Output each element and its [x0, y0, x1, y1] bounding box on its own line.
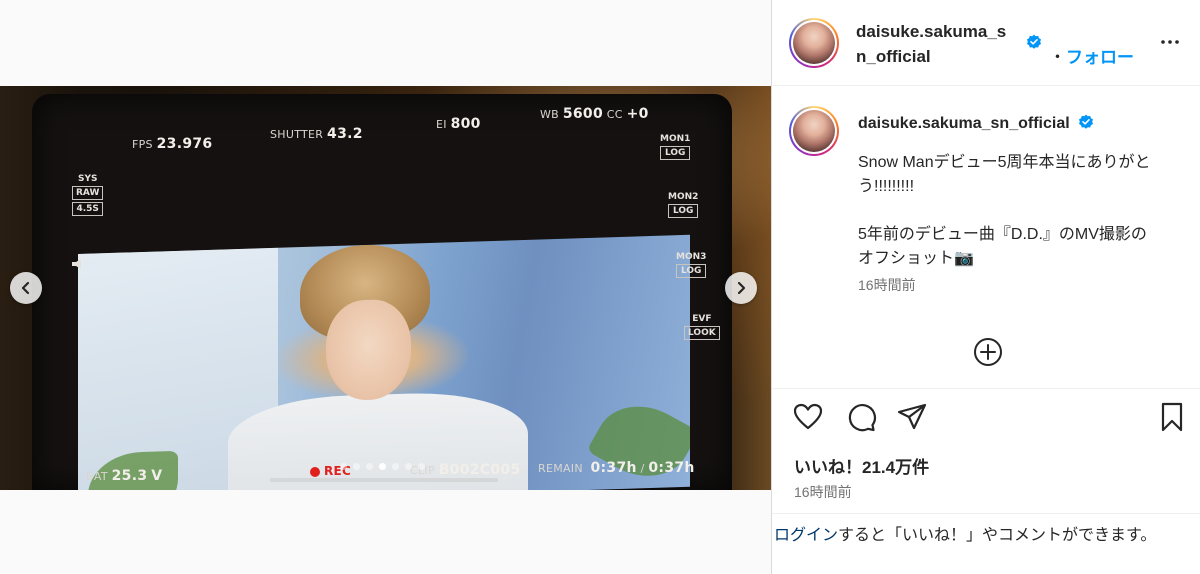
media-scrollbar[interactable] [270, 478, 498, 482]
carousel-dot [340, 463, 347, 470]
caption-text-line1: Snow Manデビュー5周年本当にありがとう!!!!!!!!! [858, 154, 1151, 195]
hud-mon1: MON1 LOG [660, 134, 691, 160]
verified-icon [1079, 114, 1094, 130]
heart-icon[interactable] [792, 401, 824, 433]
hud-evf: EVF LOOK [684, 314, 720, 340]
carousel-indicator [340, 463, 425, 470]
media-area: FPS 23.976 SHUTTER 43.2 EI 800 WB 5600 C… [0, 0, 771, 574]
post-timestamp[interactable]: 16時間前 [794, 482, 852, 502]
hud-battery: BAT 25.3 V [86, 468, 163, 484]
carousel-dot [392, 463, 399, 470]
carousel-dot [366, 463, 373, 470]
bookmark-icon[interactable] [1156, 401, 1188, 433]
carousel-dot [405, 463, 412, 470]
login-link[interactable]: ログイン [774, 527, 838, 544]
avatar[interactable] [789, 18, 839, 68]
comment-icon[interactable] [845, 401, 877, 433]
verified-icon [1027, 34, 1041, 49]
speaker-icon [70, 258, 90, 272]
plus-circle-icon[interactable] [972, 336, 1004, 368]
hud-mon3: MON3 LOG [676, 252, 707, 278]
post-media[interactable]: FPS 23.976 SHUTTER 43.2 EI 800 WB 5600 C… [0, 86, 771, 490]
caption-avatar[interactable] [789, 106, 839, 156]
chevron-left-icon [21, 281, 30, 295]
follow-button[interactable]: フォロー [1066, 43, 1134, 68]
like-count[interactable]: いいね！21.4万件 [794, 453, 929, 478]
post-actions: いいね！21.4万件 16時間前 ログインすると「いいね！」やコメントができます… [772, 388, 1200, 574]
hud-fps: FPS 23.976 [132, 136, 213, 152]
caption-timestamp: 16時間前 [858, 277, 916, 293]
hud-wb: WB 5600 CC +0 [540, 106, 649, 122]
carousel-dot [418, 463, 425, 470]
caption-text-line2: 5年前のデビュー曲『D.D.』のMV撮影のオフショット📷 [858, 226, 1147, 267]
post-side-panel: daisuke.sakuma_s n_official ・ フォロー daisu… [771, 0, 1200, 574]
header-username[interactable]: daisuke.sakuma_s n_official [856, 19, 1006, 69]
carousel-next-button[interactable] [725, 272, 757, 304]
hud-shutter: SHUTTER 43.2 [270, 126, 363, 142]
header-separator: ・ [1049, 48, 1066, 67]
login-prompt: ログインすると「いいね！」やコメントができます。 [772, 513, 1200, 548]
carousel-dot [353, 463, 360, 470]
share-icon[interactable] [896, 401, 928, 433]
hud-ei: EI 800 [436, 116, 481, 132]
post-caption: daisuke.sakuma_sn_official Snow Manデビュー5… [858, 112, 1178, 297]
rec-indicator [310, 467, 320, 477]
hud-clip: CLIP B002C005 [410, 462, 521, 478]
caption-username[interactable]: daisuke.sakuma_sn_official [858, 115, 1070, 132]
carousel-prev-button[interactable] [10, 272, 42, 304]
chevron-right-icon [737, 281, 746, 295]
hud-sys: SYS RAW 4.5S [72, 174, 104, 216]
carousel-dot-active [379, 463, 386, 470]
hud-mon2: MON2 LOG [668, 192, 699, 218]
more-icon[interactable] [1158, 30, 1182, 54]
post-header: daisuke.sakuma_s n_official ・ フォロー [772, 0, 1200, 86]
login-prompt-text: すると「いいね！」やコメントができます。 [838, 527, 1157, 544]
hud-remain: REMAIN 0:37h / 0:37h [538, 460, 695, 476]
monitor-screen-image [78, 234, 690, 490]
